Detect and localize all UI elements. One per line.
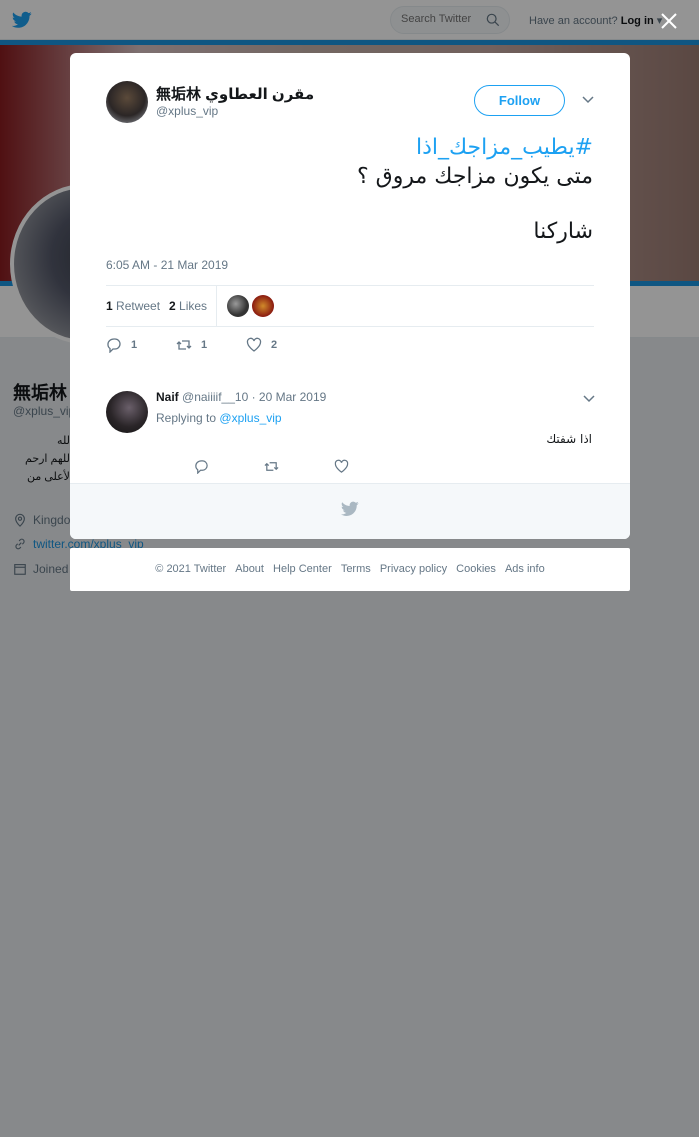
retweet-count: 1	[106, 299, 113, 313]
replying-to: Replying to @xplus_vip	[156, 411, 282, 425]
likes-stat-label: Likes	[179, 299, 208, 313]
footer-terms-link[interactable]: Terms	[341, 563, 371, 575]
retweet-button[interactable]: 1	[176, 337, 207, 353]
tweet-author-avatar[interactable]	[106, 81, 148, 123]
reply-count: 1	[131, 339, 138, 351]
tweet-stats: 1 Retweet 2 Likes	[106, 285, 594, 327]
tweet-text: #يطيب_مزاجك_اذا متى يكون مزاجك مروق ؟ شا…	[106, 133, 593, 246]
footer-copyright: © 2021 Twitter	[155, 563, 227, 575]
reply-text: اذا شفتك	[546, 432, 592, 446]
modal-footer	[70, 483, 630, 539]
tweet-spacer	[106, 191, 593, 217]
retweet-stat-label: Retweet	[116, 299, 161, 313]
site-footer: © 2021 Twitter About Help Center Terms P…	[70, 548, 630, 591]
tweet-author-name[interactable]: 無垢林 مقرن العطاوي	[156, 83, 314, 104]
footer-help-link[interactable]: Help Center	[273, 563, 332, 575]
reply-author-avatar[interactable]	[106, 391, 148, 433]
footer-cookies-link[interactable]: Cookies	[456, 563, 496, 575]
retweet-icon	[176, 340, 192, 350]
tweet-actions: 1 1 2	[106, 337, 406, 355]
liker-avatar[interactable]	[227, 295, 249, 317]
reply-icon	[107, 338, 121, 353]
tweet-timestamp[interactable]: 6:05 AM - 21 Mar 2019	[106, 258, 228, 272]
retweet-icon[interactable]	[264, 459, 279, 474]
tweet-line: شاركنا	[533, 219, 593, 244]
footer-ads-link[interactable]: Ads info	[505, 563, 545, 575]
retweet-action-count: 1	[201, 339, 208, 351]
like-button[interactable]: 2	[246, 337, 277, 353]
likes-count: 2	[169, 299, 176, 313]
replying-to-handle[interactable]: @xplus_vip	[219, 411, 281, 425]
tweet-author-handle[interactable]: @xplus_vip	[156, 104, 218, 118]
liker-avatar[interactable]	[252, 295, 274, 317]
footer-privacy-link[interactable]: Privacy policy	[380, 563, 447, 575]
follow-button[interactable]: Follow	[474, 85, 565, 116]
heart-icon	[246, 337, 262, 352]
like-count: 2	[271, 339, 278, 351]
tweet-modal: 無垢林 مقرن العطاوي @xplus_vip Follow #يطيب…	[70, 53, 630, 539]
reply-icon[interactable]	[194, 459, 209, 474]
reply-author-handle[interactable]: @naiiiif__10	[182, 390, 248, 404]
twitter-bird-icon	[341, 501, 359, 516]
reply-date[interactable]: · 20 Mar 2019	[252, 390, 327, 404]
chevron-down-icon[interactable]	[582, 95, 594, 105]
likes-stat[interactable]: 2 Likes	[169, 299, 207, 313]
close-icon[interactable]	[659, 11, 679, 31]
stats-divider	[216, 286, 217, 326]
replying-to-label: Replying to	[156, 411, 217, 425]
reply-header: Naif @naiiiif__10 · 20 Mar 2019	[156, 390, 326, 404]
reply-tweet[interactable]: Naif @naiiiif__10 · 20 Mar 2019 Replying…	[106, 389, 595, 477]
reply-button[interactable]: 1	[106, 337, 137, 353]
retweet-stat[interactable]: 1 Retweet	[106, 299, 160, 313]
chevron-down-icon[interactable]	[583, 394, 595, 404]
reply-author-name[interactable]: Naif	[156, 390, 179, 404]
footer-about-link[interactable]: About	[235, 563, 264, 575]
tweet-line: متى يكون مزاجك مروق ؟	[357, 164, 593, 189]
reply-actions	[194, 459, 394, 475]
heart-icon[interactable]	[334, 459, 349, 474]
tweet-hashtag[interactable]: #يطيب_مزاجك_اذا	[106, 133, 593, 162]
